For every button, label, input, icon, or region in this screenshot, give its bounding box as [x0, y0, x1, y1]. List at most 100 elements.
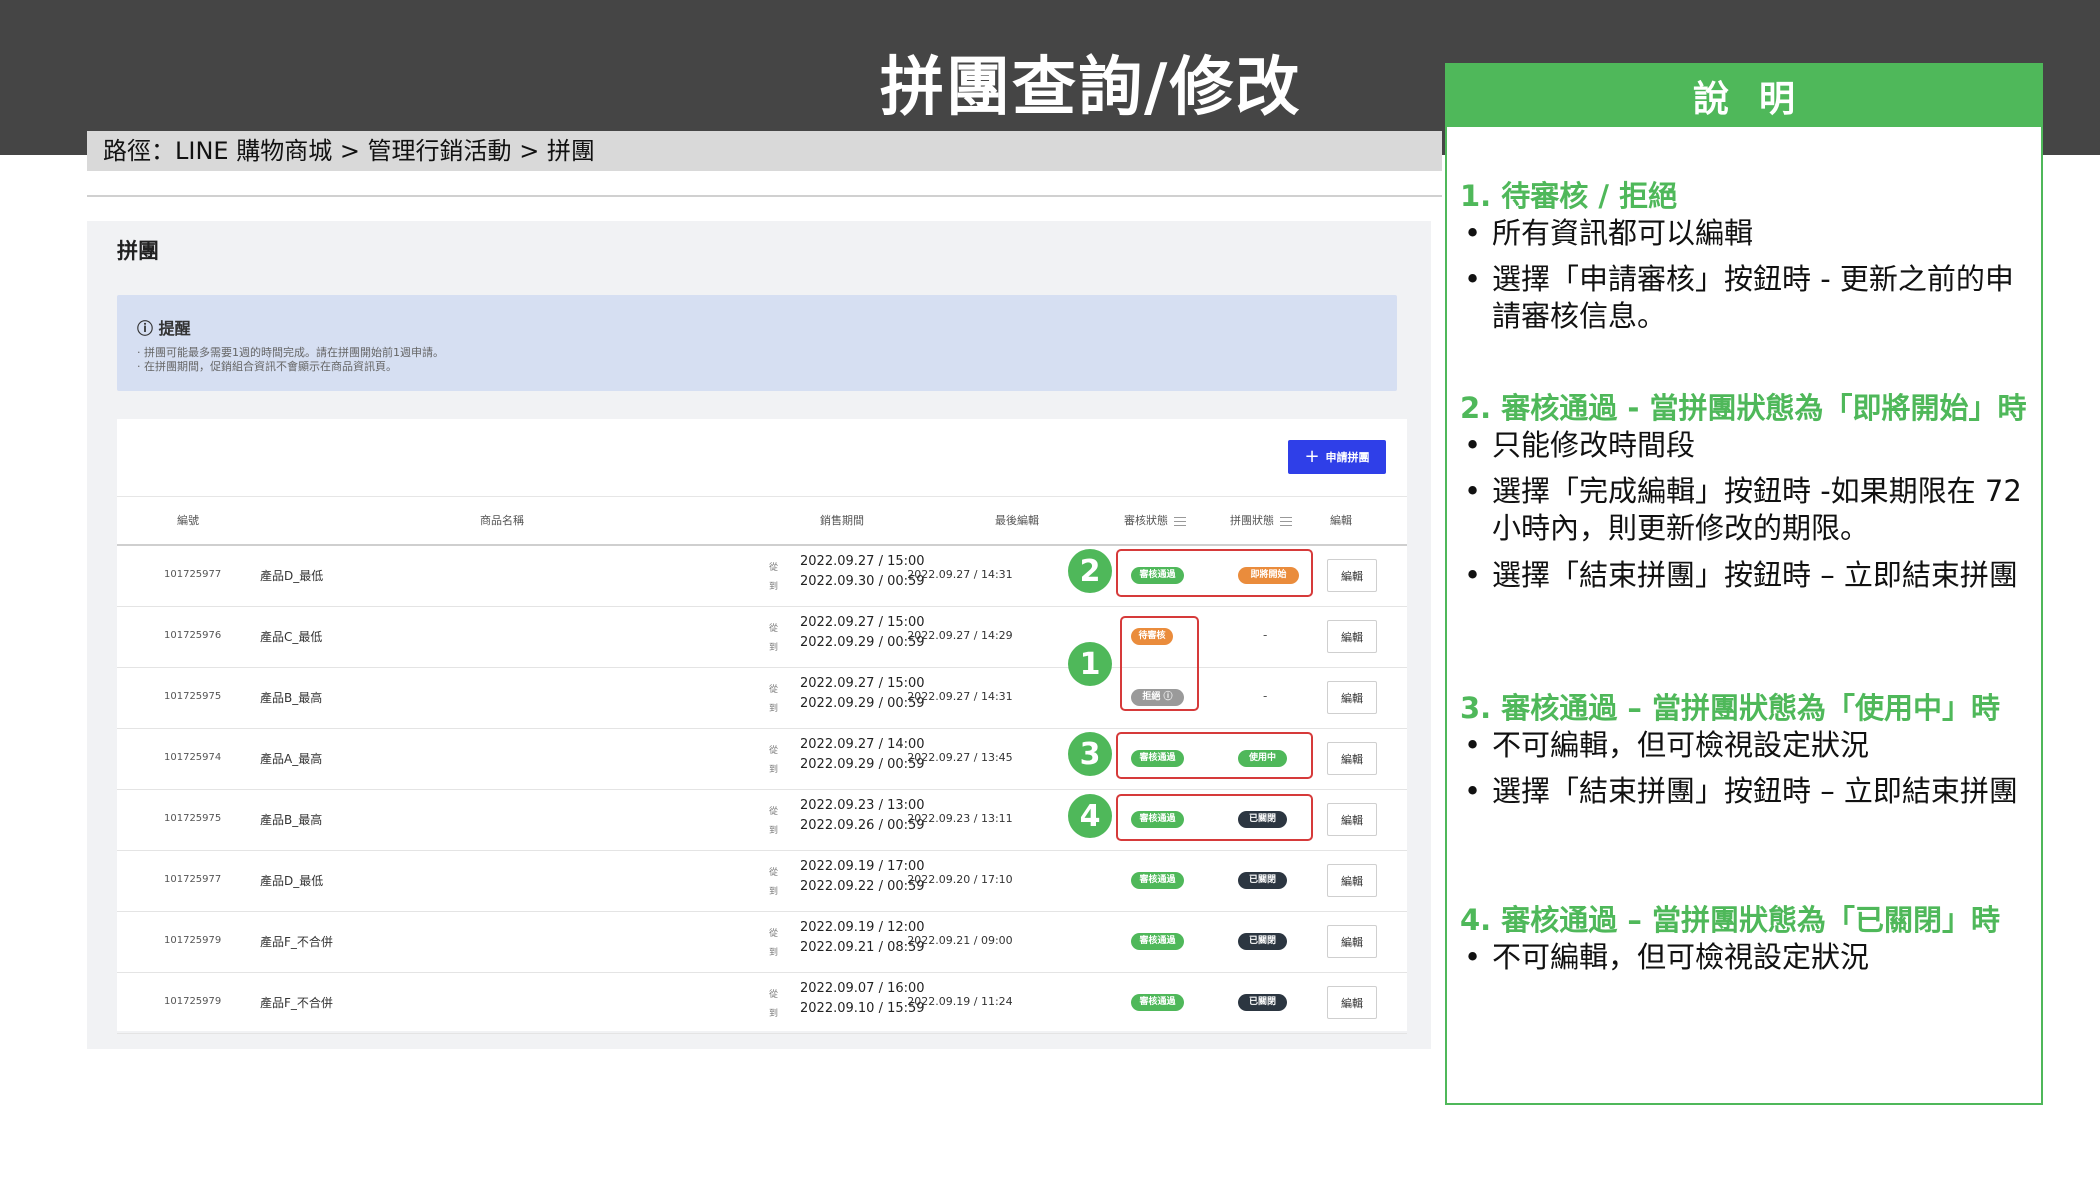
- column-header-last-edit: 最後編輯: [995, 514, 1039, 527]
- panel-title: 拼團: [117, 239, 159, 263]
- period-to-label: 到: [769, 948, 779, 958]
- callout-2: 2: [1068, 549, 1112, 593]
- product-id: 101725974: [164, 752, 222, 763]
- highlight-box-4: [1116, 794, 1313, 841]
- callout-3: 3: [1068, 732, 1112, 776]
- group-buy-panel: 拼團 ⓘ 提醒 · 拼團可能最多需要1週的時間完成。請在拼團開始前1週申請。 ·…: [87, 221, 1431, 1049]
- notice-title: ⓘ 提醒: [137, 319, 191, 338]
- period-to-label: 到: [769, 704, 779, 714]
- period-from-label: 從: [769, 624, 779, 634]
- period-to-label: 到: [769, 643, 779, 653]
- page-title: 拼團查詢/修改: [880, 51, 1302, 125]
- period-start: 2022.09.07 / 16:00: [800, 981, 925, 996]
- highlight-box-2: [1116, 549, 1313, 597]
- product-id: 101725977: [164, 874, 222, 885]
- review-status-badge: 審核通過: [1131, 872, 1184, 889]
- explanation-panel: 說明 1. 待審核 / 拒絕 所有資訊都可以編輯 選擇「申請審核」按鈕時 - 更…: [1445, 63, 2043, 1105]
- bullet: 不可編輯，但可檢視設定狀況: [1460, 939, 2030, 976]
- group-buy-table: + 申請拼團 編號 商品名稱 銷售期間 最後編輯 審核狀態 拼團狀態 編輯 101…: [117, 419, 1407, 1034]
- period-to-label: 到: [769, 887, 779, 897]
- edit-button[interactable]: 編輯: [1327, 986, 1377, 1019]
- edit-button[interactable]: 編輯: [1327, 620, 1377, 653]
- notice-box: ⓘ 提醒 · 拼團可能最多需要1週的時間完成。請在拼團開始前1週申請。 · 在拼…: [117, 295, 1397, 391]
- product-name: 產品A_最高: [260, 752, 323, 766]
- edit-button[interactable]: 編輯: [1327, 803, 1377, 836]
- period-start: 2022.09.23 / 13:00: [800, 798, 925, 813]
- period-from-label: 從: [769, 929, 779, 939]
- edit-button[interactable]: 編輯: [1327, 925, 1377, 958]
- period-start: 2022.09.19 / 17:00: [800, 859, 925, 874]
- group-status-empty: -: [1263, 628, 1268, 642]
- table-row: 101725975 產品B_最高 從到 2022.09.27 / 15:00 2022.…: [117, 667, 1407, 729]
- period-start: 2022.09.27 / 15:00: [800, 615, 925, 630]
- last-edit-time: 2022.09.27 / 14:31: [907, 690, 1013, 703]
- product-id: 101725975: [164, 691, 222, 702]
- table-row: 101725979 產品F_不合併 從到 2022.09.07 / 16:00 2022…: [117, 972, 1407, 1034]
- bullet: 選擇「完成編輯」按鈕時 -如果期限在 72 小時內，則更新修改的期限。: [1460, 473, 2030, 547]
- period-from-label: 從: [769, 746, 779, 756]
- callout-4: 4: [1068, 794, 1112, 838]
- highlight-box-3: [1116, 732, 1313, 779]
- last-edit-time: 2022.09.27 / 14:31: [907, 568, 1013, 581]
- product-id: 101725977: [164, 569, 222, 580]
- filter-icon[interactable]: [1174, 516, 1186, 526]
- review-status-badge: 審核通過: [1131, 994, 1184, 1011]
- last-edit-time: 2022.09.19 / 11:24: [907, 995, 1013, 1008]
- period-start: 2022.09.19 / 12:00: [800, 920, 925, 935]
- edit-button[interactable]: 編輯: [1327, 864, 1377, 897]
- column-header-id: 編號: [177, 514, 199, 527]
- breadcrumb: 路徑：LINE 購物商城 > 管理行銷活動 > 拼團: [87, 131, 1442, 171]
- notice-line: · 在拼團期間，促銷組合資訊不會顯示在商品資訊頁。: [137, 360, 397, 373]
- product-id: 101725975: [164, 813, 222, 824]
- product-id: 101725979: [164, 996, 222, 1007]
- section-title: 2. 審核通過 - 當拼團狀態為「即將開始」時: [1460, 391, 2027, 425]
- edit-button[interactable]: 編輯: [1327, 681, 1377, 714]
- product-name: 產品B_最高: [260, 813, 323, 827]
- period-start: 2022.09.27 / 15:00: [800, 676, 925, 691]
- product-name: 產品F_不合併: [260, 935, 333, 949]
- table-row: 101725976 產品C_最低 從到 2022.09.27 / 15:00 2022.…: [117, 606, 1407, 668]
- apply-group-buy-button[interactable]: + 申請拼團: [1288, 440, 1386, 474]
- period-start: 2022.09.27 / 14:00: [800, 737, 925, 752]
- product-name: 產品B_最高: [260, 691, 323, 705]
- product-name: 產品C_最低: [260, 630, 323, 644]
- edit-button[interactable]: 編輯: [1327, 742, 1377, 775]
- divider: [87, 195, 1442, 197]
- table-row: 101725977 產品D_最低 從到 2022.09.19 / 17:00 2022.…: [117, 850, 1407, 912]
- column-header-product-name: 商品名稱: [480, 514, 524, 527]
- section-title: 3. 審核通過 – 當拼團狀態為「使用中」時: [1460, 691, 2000, 725]
- group-status-badge: 已關閉: [1238, 872, 1287, 889]
- bullet: 不可編輯，但可檢視設定狀況: [1460, 727, 2030, 764]
- section-title: 4. 審核通過 – 當拼團狀態為「已關閉」時: [1460, 903, 2000, 937]
- callout-1: 1: [1068, 642, 1112, 686]
- info-icon: ⓘ: [137, 319, 159, 338]
- product-id: 101725979: [164, 935, 222, 946]
- last-edit-time: 2022.09.27 / 14:29: [907, 629, 1013, 642]
- group-status-badge: 已關閉: [1238, 994, 1287, 1011]
- column-header-group-status[interactable]: 拼團狀態: [1230, 512, 1292, 528]
- product-id: 101725976: [164, 630, 222, 641]
- bullet: 選擇「結束拼團」按鈕時 – 立即結束拼團: [1460, 773, 2030, 810]
- group-status-empty: -: [1263, 689, 1268, 703]
- product-name: 產品F_不合併: [260, 996, 333, 1010]
- plus-icon: +: [1304, 446, 1320, 467]
- period-from-label: 從: [769, 990, 779, 1000]
- table-row: 101725979 產品F_不合併 從到 2022.09.19 / 12:00 2022…: [117, 911, 1407, 973]
- period-from-label: 從: [769, 685, 779, 695]
- period-to-label: 到: [769, 826, 779, 836]
- period-from-label: 從: [769, 807, 779, 817]
- last-edit-time: 2022.09.20 / 17:10: [907, 873, 1013, 886]
- last-edit-time: 2022.09.23 / 13:11: [907, 812, 1013, 825]
- period-start: 2022.09.27 / 15:00: [800, 554, 925, 569]
- column-header-review-status[interactable]: 審核狀態: [1124, 512, 1186, 528]
- last-edit-time: 2022.09.21 / 09:00: [907, 934, 1013, 947]
- explanation-header: 說明: [1447, 65, 2041, 127]
- edit-button[interactable]: 編輯: [1327, 559, 1377, 592]
- highlight-box-1: [1120, 616, 1199, 711]
- review-status-badge: 審核通過: [1131, 933, 1184, 950]
- bullet: 選擇「結束拼團」按鈕時 – 立即結束拼團: [1460, 557, 2030, 594]
- column-header-sales-period: 銷售期間: [820, 514, 864, 527]
- bullet: 只能修改時間段: [1460, 427, 2030, 464]
- filter-icon[interactable]: [1280, 516, 1292, 526]
- period-to-label: 到: [769, 582, 779, 592]
